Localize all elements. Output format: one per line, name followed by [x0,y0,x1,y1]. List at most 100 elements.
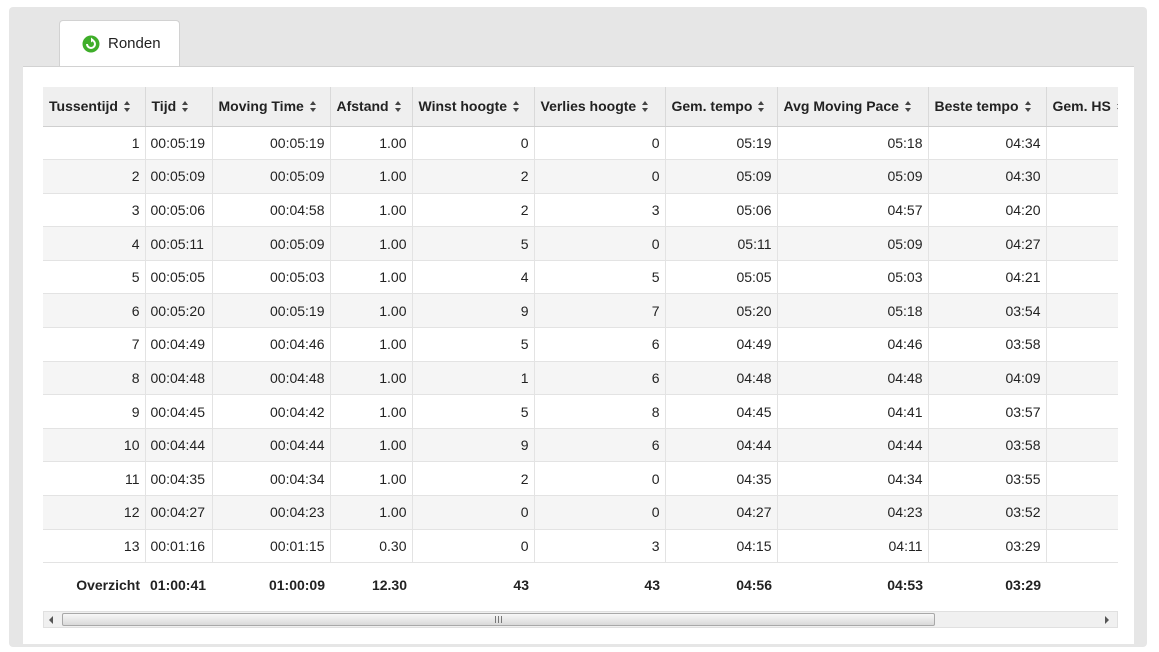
table-cell: 04:21 [928,260,1047,295]
column-header-winst-hoogte[interactable]: Winst hoogte [412,87,535,127]
column-header-tussentijd[interactable]: Tussentijd [43,87,146,127]
summary-cell: 43 [534,562,665,607]
table-cell: 2 [412,193,535,228]
summary-label: Overzicht [43,562,145,607]
summary-cell: 04:56 [665,562,777,607]
table-row[interactable]: 100:05:1900:05:191.000005:1905:1804:3410 [43,126,1118,161]
sort-icon[interactable] [1024,101,1032,113]
table-cell: 05:03 [777,260,929,295]
table-row[interactable]: 800:04:4800:04:481.001604:4804:4804:0912 [43,361,1118,396]
table-row[interactable]: 500:05:0500:05:031.004505:0505:0304:2111 [43,260,1118,295]
table-cell: 00:04:49 [145,327,213,362]
table-cell: 0 [534,159,666,194]
tab-ronden[interactable]: Ronden [59,20,180,66]
table-cell: 2 [43,159,146,194]
summary-cell: 04:53 [777,562,928,607]
sort-icon[interactable] [394,101,402,113]
table-row[interactable]: 700:04:4900:04:461.005604:4904:4603:5811 [43,327,1118,362]
table-cell: 00:01:15 [212,529,331,564]
summary-cell: 03:29 [928,562,1046,607]
table-row[interactable]: 900:04:4500:04:421.005804:4504:4103:5712 [43,394,1118,429]
sort-icon[interactable] [758,101,765,113]
table-cell: 00:05:09 [145,159,213,194]
sort-icon[interactable] [904,101,912,113]
table-cell: 05:18 [777,293,929,329]
table-cell: 0 [534,126,666,161]
table-row[interactable]: 400:05:1100:05:091.005005:1105:0904:2711 [43,226,1118,261]
column-header-verlies-hoogte[interactable]: Verlies hoogte [534,87,666,127]
column-header-avg-moving-pace[interactable]: Avg Moving Pace [777,87,929,127]
table-cell: 2 [412,159,535,194]
summary-cell: 01:00:41 [145,562,212,607]
table-cell: 00:04:23 [212,495,331,530]
table-cell: 7 [43,327,146,362]
column-header-label: Afstand [336,98,389,115]
table-cell: 04:45 [665,394,778,429]
column-header-moving-time[interactable]: Moving Time [212,87,331,127]
sort-icon[interactable] [309,101,317,113]
table-cell: 03:55 [928,461,1047,497]
table-row[interactable]: 1100:04:3500:04:341.002004:3504:3403:551… [43,461,1118,497]
table-cell: 3 [534,193,666,228]
laps-table: Tussentijd Tijd Moving Time Afstand Winst ho… [43,87,1118,607]
table-cell: 00:05:19 [212,126,331,161]
column-header-gem-hs[interactable]: Gem. HS [1046,87,1118,127]
table-cell: 11 [1046,327,1118,362]
sort-icon[interactable] [642,101,649,113]
summary-cell: 01:00:09 [212,562,330,607]
table-cell: 05:06 [665,193,778,228]
table-cell: 12 [1046,361,1118,396]
table-row[interactable]: 1200:04:2700:04:231.000004:2704:2303:521… [43,495,1118,530]
table-cell: 12 [43,495,146,530]
horizontal-scrollbar[interactable] [43,611,1118,628]
table-cell: 9 [43,394,146,429]
scroll-right-icon[interactable] [1105,616,1109,624]
table-cell: 03:29 [928,529,1047,564]
table-cell: 1.00 [330,361,413,396]
table-cell: 11 [1046,293,1118,329]
sort-icon[interactable] [182,101,189,113]
table-cell: 1.00 [330,126,413,161]
table-cell: 00:05:09 [212,159,331,194]
table-cell: 00:04:27 [145,495,213,530]
sort-icon[interactable] [1116,101,1118,113]
table-cell: 04:57 [777,193,929,228]
table-cell: 5 [43,260,146,295]
tab-label: Ronden [108,35,161,52]
table-cell: 9 [412,428,535,463]
sort-icon[interactable] [123,101,131,113]
table-cell: 1.00 [330,461,413,497]
table-cell: 03:58 [928,327,1047,362]
table-cell: 1 [43,126,146,161]
table-cell: 00:04:42 [212,394,331,429]
table-cell: 12 [1046,394,1118,429]
scrollbar-thumb[interactable] [62,613,935,626]
table-cell: 11 [1046,159,1118,194]
table-cell: 03:52 [928,495,1047,530]
scroll-left-icon[interactable] [49,616,53,624]
column-header-afstand[interactable]: Afstand [330,87,413,127]
table-row[interactable]: 200:05:0900:05:091.002005:0905:0904:3011 [43,159,1118,194]
table-cell: 1.00 [330,260,413,295]
table-cell: 04:20 [928,193,1047,228]
column-header-beste-tempo[interactable]: Beste tempo [928,87,1047,127]
sort-icon[interactable] [513,101,520,113]
table-cell: 5 [412,226,535,261]
table-cell: 04:27 [928,226,1047,261]
table-row[interactable]: 1000:04:4400:04:441.009604:4404:4403:581… [43,428,1118,463]
table-cell: 10 [43,428,146,463]
column-header-label: Beste tempo [934,98,1019,115]
table-cell: 00:05:19 [212,293,331,329]
table-cell: 04:11 [777,529,929,564]
column-header-label: Moving Time [218,98,304,115]
column-header-gem-tempo[interactable]: Gem. tempo [665,87,778,127]
table-row[interactable]: 300:05:0600:04:581.002305:0604:5704:2011 [43,193,1118,228]
table-cell: 6 [43,293,146,329]
table-cell: 8 [534,394,666,429]
table-row[interactable]: 600:05:2000:05:191.009705:2005:1803:5411 [43,293,1118,329]
table-cell: 0 [534,495,666,530]
column-header-tijd[interactable]: Tijd [145,87,213,127]
column-header-label: Verlies hoogte [540,98,637,115]
table-cell: 00:05:06 [145,193,213,228]
table-row[interactable]: 1300:01:1600:01:150.300304:1504:1103:291… [43,529,1118,564]
